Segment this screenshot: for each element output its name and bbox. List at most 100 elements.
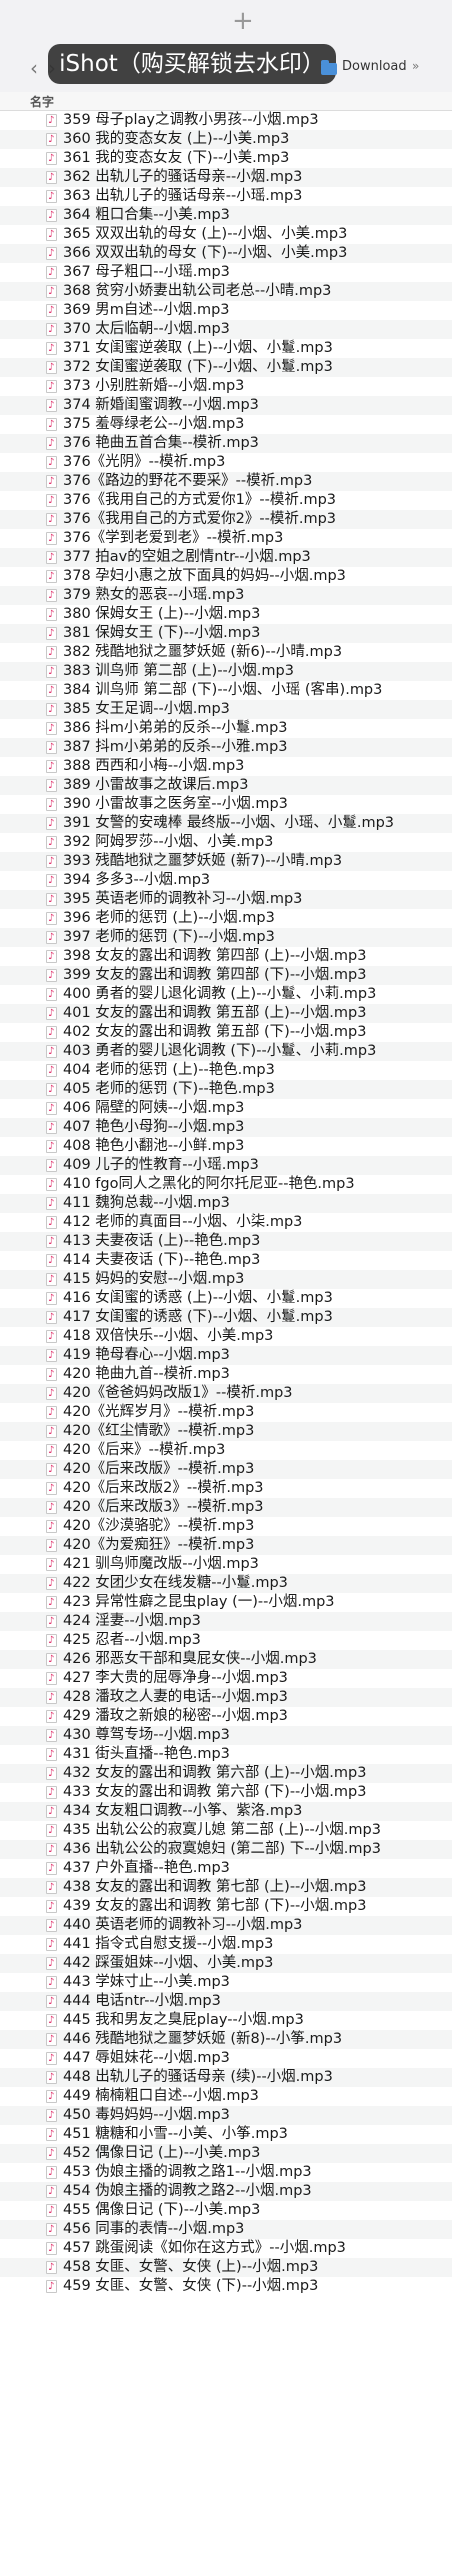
- file-row[interactable]: 359 母子play之调教小男孩--小烟.mp3: [0, 111, 452, 130]
- file-row[interactable]: 395 英语老师的调教补习--小烟.mp3: [0, 890, 452, 909]
- file-row[interactable]: 405 老师的惩罚 (下)--艳色.mp3: [0, 1080, 452, 1099]
- column-header[interactable]: 名字: [0, 92, 452, 111]
- column-header-name[interactable]: 名字: [30, 93, 54, 110]
- file-row[interactable]: 397 老师的惩罚 (下)--小烟.mp3: [0, 928, 452, 947]
- file-row[interactable]: 428 潘玫之人妻的电话--小烟.mp3: [0, 1688, 452, 1707]
- file-row[interactable]: 410 fgo同人之黑化的阿尔托尼亚--艳色.mp3: [0, 1175, 452, 1194]
- file-row[interactable]: 389 小雷故事之故课后.mp3: [0, 776, 452, 795]
- file-row[interactable]: 412 老师的真面目--小烟、小柒.mp3: [0, 1213, 452, 1232]
- file-row[interactable]: 424 淫妻--小烟.mp3: [0, 1612, 452, 1631]
- file-row[interactable]: 369 男m自述--小烟.mp3: [0, 301, 452, 320]
- file-row[interactable]: 385 女王足调--小烟.mp3: [0, 700, 452, 719]
- file-row[interactable]: 445 我和男友之臭屁play--小烟.mp3: [0, 2011, 452, 2030]
- file-row[interactable]: 398 女友的露出和调教 第四部 (上)--小烟.mp3: [0, 947, 452, 966]
- file-row[interactable]: 441 指令式自慰支援--小烟.mp3: [0, 1935, 452, 1954]
- file-row[interactable]: 420《爸爸妈妈改版1》--模祈.mp3: [0, 1384, 452, 1403]
- file-row[interactable]: 413 夫妻夜话 (上)--艳色.mp3: [0, 1232, 452, 1251]
- file-row[interactable]: 363 出轨儿子的骚话母亲--小瑶.mp3: [0, 187, 452, 206]
- file-row[interactable]: 402 女友的露出和调教 第五部 (下)--小烟.mp3: [0, 1023, 452, 1042]
- file-row[interactable]: 407 艳色小母狗--小烟.mp3: [0, 1118, 452, 1137]
- file-row[interactable]: 391 女警的安魂棒 最终版--小烟、小瑶、小鬘.mp3: [0, 814, 452, 833]
- file-row[interactable]: 373 小别胜新婚--小烟.mp3: [0, 377, 452, 396]
- file-row[interactable]: 416 女闺蜜的诱惑 (上)--小烟、小鬘.mp3: [0, 1289, 452, 1308]
- file-row[interactable]: 393 残酷地狱之噩梦妖姬 (新7)--小晴.mp3: [0, 852, 452, 871]
- file-row[interactable]: 449 楠楠粗口自述--小烟.mp3: [0, 2087, 452, 2106]
- file-row[interactable]: 383 训鸟师 第二部 (上)--小烟.mp3: [0, 662, 452, 681]
- file-row[interactable]: 365 双双出轨的母女 (上)--小烟、小美.mp3: [0, 225, 452, 244]
- file-row[interactable]: 390 小雷故事之医务室--小烟.mp3: [0, 795, 452, 814]
- file-row[interactable]: 380 保姆女王 (上)--小烟.mp3: [0, 605, 452, 624]
- file-row[interactable]: 422 女团少女在线发糖--小鬘.mp3: [0, 1574, 452, 1593]
- file-row[interactable]: 426 邪恶女干部和臭屁女侠--小烟.mp3: [0, 1650, 452, 1669]
- file-row[interactable]: 368 贫穷小娇妻出轨公司老总--小晴.mp3: [0, 282, 452, 301]
- file-row[interactable]: 458 女匪、女警、女侠 (上)--小烟.mp3: [0, 2258, 452, 2277]
- file-row[interactable]: 414 夫妻夜话 (下)--艳色.mp3: [0, 1251, 452, 1270]
- file-row[interactable]: 379 熟女的恶哀--小瑶.mp3: [0, 586, 452, 605]
- file-row[interactable]: 452 偶像日记 (上)--小美.mp3: [0, 2144, 452, 2163]
- file-row[interactable]: 406 隔壁的阿姨--小烟.mp3: [0, 1099, 452, 1118]
- file-row[interactable]: 382 残酷地狱之噩梦妖姬 (新6)--小晴.mp3: [0, 643, 452, 662]
- file-row[interactable]: 372 女闺蜜逆袭取 (下)--小烟、小鬘.mp3: [0, 358, 452, 377]
- file-row[interactable]: 404 老师的惩罚 (上)--艳色.mp3: [0, 1061, 452, 1080]
- file-row[interactable]: 446 残酷地狱之噩梦妖姬 (新8)--小筝.mp3: [0, 2030, 452, 2049]
- file-row[interactable]: 444 电话ntr--小烟.mp3: [0, 1992, 452, 2011]
- file-row[interactable]: 432 女友的露出和调教 第六部 (上)--小烟.mp3: [0, 1764, 452, 1783]
- file-row[interactable]: 454 伪娘主播的调教之路2--小烟.mp3: [0, 2182, 452, 2201]
- file-row[interactable]: 392 阿姆罗莎--小烟、小美.mp3: [0, 833, 452, 852]
- file-row[interactable]: 429 潘玫之新娘的秘密--小烟.mp3: [0, 1707, 452, 1726]
- file-row[interactable]: 384 训鸟师 第二部 (下)--小烟、小瑶 (客串).mp3: [0, 681, 452, 700]
- file-row[interactable]: 437 户外直播--艳色.mp3: [0, 1859, 452, 1878]
- file-row[interactable]: 439 女友的露出和调教 第七部 (下)--小烟.mp3: [0, 1897, 452, 1916]
- file-row[interactable]: 433 女友的露出和调教 第六部 (下)--小烟.mp3: [0, 1783, 452, 1802]
- file-row[interactable]: 420《后来改版3》--模祈.mp3: [0, 1498, 452, 1517]
- file-row[interactable]: 453 伪娘主播的调教之路1--小烟.mp3: [0, 2163, 452, 2182]
- back-arrow-icon[interactable]: ‹: [30, 56, 38, 80]
- file-row[interactable]: 440 英语老师的调教补习--小烟.mp3: [0, 1916, 452, 1935]
- file-row[interactable]: 378 孕妇小惠之放下面具的妈妈--小烟.mp3: [0, 567, 452, 586]
- file-row[interactable]: 387 抖m小弟弟的反杀--小雅.mp3: [0, 738, 452, 757]
- file-row[interactable]: 377 拍av的空姐之剧情ntr--小烟.mp3: [0, 548, 452, 567]
- file-row[interactable]: 376 艳曲五首合集--模祈.mp3: [0, 434, 452, 453]
- file-row[interactable]: 420《沙漠骆驼》--模祈.mp3: [0, 1517, 452, 1536]
- file-row[interactable]: 423 异常性癖之昆虫play (一)--小烟.mp3: [0, 1593, 452, 1612]
- file-row[interactable]: 381 保姆女王 (下)--小烟.mp3: [0, 624, 452, 643]
- file-row[interactable]: 442 踩蛋姐妹--小烟、小美.mp3: [0, 1954, 452, 1973]
- file-row[interactable]: 386 抖m小弟弟的反杀--小鬘.mp3: [0, 719, 452, 738]
- file-row[interactable]: 403 勇者的婴儿退化调教 (下)--小鬘、小莉.mp3: [0, 1042, 452, 1061]
- file-row[interactable]: 376《我用自己的方式爱你2》--模祈.mp3: [0, 510, 452, 529]
- file-row[interactable]: 370 太后临朝--小烟.mp3: [0, 320, 452, 339]
- file-row[interactable]: 367 母子粗口--小瑶.mp3: [0, 263, 452, 282]
- file-row[interactable]: 364 粗口合集--小美.mp3: [0, 206, 452, 225]
- file-row[interactable]: 419 艳母春心--小烟.mp3: [0, 1346, 452, 1365]
- file-row[interactable]: 434 女友粗口调教--小筝、紫洛.mp3: [0, 1802, 452, 1821]
- file-row[interactable]: 420《为爱痴狂》--模祈.mp3: [0, 1536, 452, 1555]
- file-row[interactable]: 427 李大贵的屈辱净身--小烟.mp3: [0, 1669, 452, 1688]
- file-row[interactable]: 388 西西和小梅--小烟.mp3: [0, 757, 452, 776]
- file-row[interactable]: 421 驯鸟师魔改版--小烟.mp3: [0, 1555, 452, 1574]
- file-row[interactable]: 451 糖糖和小雪--小美、小筝.mp3: [0, 2125, 452, 2144]
- file-row[interactable]: 438 女友的露出和调教 第七部 (上)--小烟.mp3: [0, 1878, 452, 1897]
- file-row[interactable]: 431 街头直播--艳色.mp3: [0, 1745, 452, 1764]
- file-row[interactable]: 447 辱姐妹花--小烟.mp3: [0, 2049, 452, 2068]
- file-row[interactable]: 435 出轨公公的寂寞儿媳 第二部 (上)--小烟.mp3: [0, 1821, 452, 1840]
- file-row[interactable]: 371 女闺蜜逆袭取 (上)--小烟、小鬘.mp3: [0, 339, 452, 358]
- file-row[interactable]: 455 偶像日记 (下)--小美.mp3: [0, 2201, 452, 2220]
- file-row[interactable]: 420《红尘情歌》--模祈.mp3: [0, 1422, 452, 1441]
- plus-icon[interactable]: +: [232, 6, 254, 36]
- file-row[interactable]: 408 艳色小翻池--小鲜.mp3: [0, 1137, 452, 1156]
- file-row[interactable]: 417 女闺蜜的诱惑 (下)--小烟、小鬘.mp3: [0, 1308, 452, 1327]
- file-row[interactable]: 376《光阴》--模祈.mp3: [0, 453, 452, 472]
- file-row[interactable]: 457 跳蛋阅读《如你在这方式》--小烟.mp3: [0, 2239, 452, 2258]
- file-row[interactable]: 409 儿子的性教育--小瑶.mp3: [0, 1156, 452, 1175]
- file-row[interactable]: 420 艳曲九首--模祈.mp3: [0, 1365, 452, 1384]
- file-row[interactable]: 425 忍者--小烟.mp3: [0, 1631, 452, 1650]
- file-row[interactable]: 418 双倍快乐--小烟、小美.mp3: [0, 1327, 452, 1346]
- file-row[interactable]: 362 出轨儿子的骚话母亲--小烟.mp3: [0, 168, 452, 187]
- file-row[interactable]: 376《路边的野花不要采》--模祈.mp3: [0, 472, 452, 491]
- file-row[interactable]: 411 魏狗总裁--小烟.mp3: [0, 1194, 452, 1213]
- file-row[interactable]: 376《学到老爱到老》--模祈.mp3: [0, 529, 452, 548]
- file-row[interactable]: 360 我的变态女友 (上)--小美.mp3: [0, 130, 452, 149]
- file-row[interactable]: 420《后来改版》--模祈.mp3: [0, 1460, 452, 1479]
- file-row[interactable]: 375 羞辱绿老公--小烟.mp3: [0, 415, 452, 434]
- file-row[interactable]: 374 新婚闺蜜调教--小烟.mp3: [0, 396, 452, 415]
